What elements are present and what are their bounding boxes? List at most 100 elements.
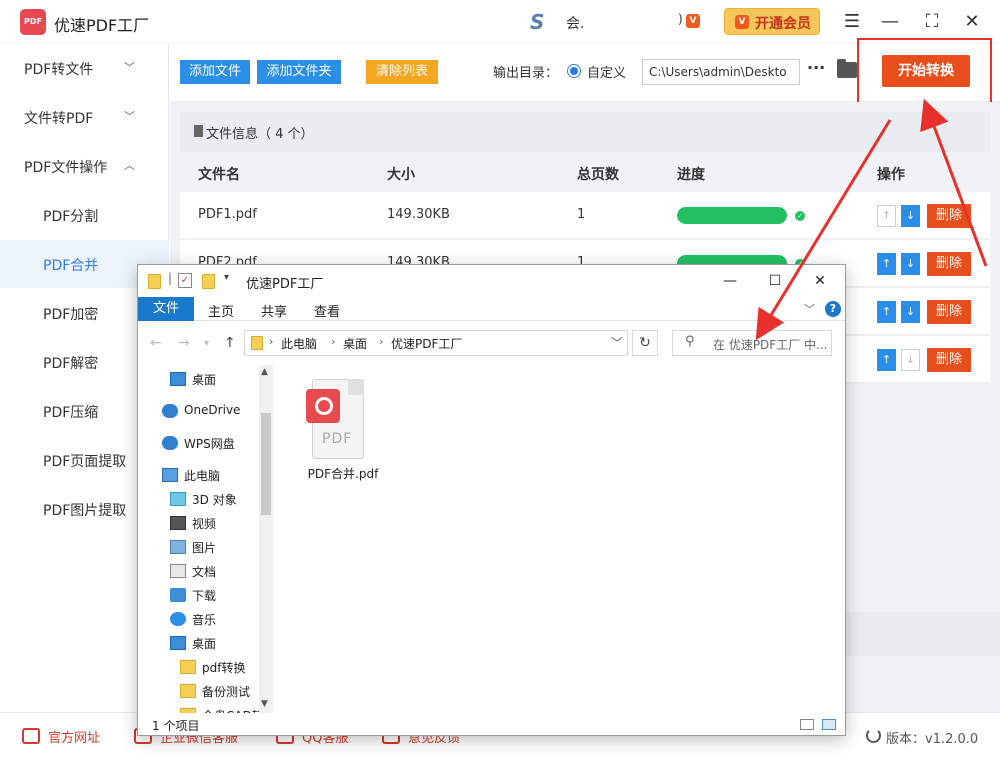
navigation-pane: 桌面 OneDrive WPS网盘 此电脑 3D 对象 视频 图片 文档 下载 音乐 桌面 pdf转换… xyxy=(138,365,274,713)
chevron-up-icon: ︿ xyxy=(124,159,135,172)
move-down-button[interactable]: ↓ xyxy=(901,253,920,275)
breadcrumb-desktop[interactable]: 桌面 xyxy=(343,335,367,352)
move-up-button[interactable]: ↑ xyxy=(877,301,896,323)
tab-file[interactable]: 文件 xyxy=(138,297,194,321)
video-icon xyxy=(170,516,186,530)
music-icon xyxy=(170,612,186,626)
chevron-down-icon: ﹀ xyxy=(611,336,624,350)
new-folder-icon[interactable] xyxy=(202,274,215,289)
large-icons-view-icon[interactable] xyxy=(822,719,836,730)
minimize-icon[interactable]: — xyxy=(720,271,740,291)
maximize-icon[interactable]: ⛶ xyxy=(920,10,944,34)
app-title: 优速PDF工厂 xyxy=(54,16,150,35)
scrollbar[interactable]: ▲ ▼ xyxy=(259,365,273,713)
page-count-cell: 1 xyxy=(577,207,586,222)
complete-check-icon: ✓ xyxy=(795,211,805,221)
breadcrumb-this-pc[interactable]: 此电脑 xyxy=(281,335,317,352)
document-icon xyxy=(170,564,186,578)
delete-button[interactable]: 删除 xyxy=(927,204,971,228)
user-avatar-icon[interactable]: S xyxy=(530,10,544,34)
properties-icon[interactable]: ✓ xyxy=(178,273,192,288)
forward-arrow-icon[interactable]: → xyxy=(178,335,190,351)
explorer-title: 优速PDF工厂 xyxy=(246,277,324,292)
refresh-button[interactable]: ↻ xyxy=(632,330,658,356)
open-folder-icon[interactable] xyxy=(837,59,857,78)
file-info-header: 文件信息（ 4 个） xyxy=(180,112,990,152)
app-logo-icon: PDF xyxy=(20,9,46,35)
address-bar[interactable]: › 此电脑 › 桌面 › 优速PDF工厂 ﹀ xyxy=(244,330,628,356)
user-name[interactable]: 会. xyxy=(566,13,584,33)
vip-upgrade-button[interactable]: V 开通会员 xyxy=(724,8,820,35)
version-label: 版本：v1.2.0.0 xyxy=(886,732,979,747)
chevron-down-icon[interactable]: ﹀ xyxy=(804,301,815,317)
details-view-icon[interactable] xyxy=(800,719,814,730)
sidebar-item-file-to-pdf[interactable]: 文件转PDF ﹀ xyxy=(0,93,169,141)
move-down-button[interactable]: ↓ xyxy=(901,205,920,227)
tab-home[interactable]: 主页 xyxy=(208,301,234,320)
computer-icon xyxy=(162,468,178,482)
scroll-thumb[interactable] xyxy=(261,413,271,515)
delete-button[interactable]: 删除 xyxy=(927,348,971,372)
list-footer-strip xyxy=(845,612,1000,656)
custom-dir-label[interactable]: 自定义 xyxy=(587,62,626,81)
tab-view[interactable]: 查看 xyxy=(314,301,340,320)
website-icon xyxy=(22,728,40,744)
quick-access-dropdown-icon[interactable]: ▾ xyxy=(224,272,229,283)
menu-icon[interactable]: ☰ xyxy=(840,10,864,34)
output-path-input[interactable]: C:\Users\admin\Deskto xyxy=(642,59,800,85)
file-size-cell: 149.30KB xyxy=(387,207,450,222)
move-up-button[interactable]: ↑ xyxy=(877,349,896,371)
close-icon[interactable]: ✕ xyxy=(810,271,830,291)
search-input[interactable]: ⚲ 在 优速PDF工厂 中... xyxy=(672,330,832,356)
up-arrow-icon[interactable]: ↑ xyxy=(224,335,236,351)
ribbon: 文件 主页 共享 查看 ﹀ ? xyxy=(138,297,845,321)
recent-dropdown-icon[interactable]: ▾ xyxy=(204,338,209,349)
close-icon[interactable]: ✕ xyxy=(960,10,984,34)
cloud-icon xyxy=(162,404,178,418)
chevron-down-icon: ﹀ xyxy=(124,61,135,74)
file-content-area: PDF PDF合并.pdf xyxy=(274,365,845,713)
delete-button[interactable]: 删除 xyxy=(927,300,971,324)
folder-icon xyxy=(180,684,196,698)
delete-button[interactable]: 删除 xyxy=(927,252,971,276)
start-convert-button[interactable]: 开始转换 xyxy=(882,55,970,87)
breadcrumb-folder[interactable]: 优速PDF工厂 xyxy=(391,335,462,352)
scroll-down-icon: ▼ xyxy=(261,699,268,709)
vip-status-icon: ) V xyxy=(678,12,702,32)
document-icon xyxy=(194,125,203,137)
update-icon[interactable] xyxy=(866,728,881,743)
search-icon: ⚲ xyxy=(685,334,695,349)
move-up-button[interactable]: ↑ xyxy=(877,205,896,227)
tab-share[interactable]: 共享 xyxy=(261,301,287,320)
file-name-label[interactable]: PDF合并.pdf xyxy=(306,465,380,482)
folder-icon xyxy=(180,660,196,674)
clear-list-button[interactable]: 清除列表 xyxy=(366,60,438,84)
sidebar-item-pdf-operations[interactable]: PDF文件操作 ︿ xyxy=(0,142,169,190)
help-icon[interactable]: ? xyxy=(825,301,841,317)
custom-dir-radio[interactable] xyxy=(567,64,581,78)
move-down-button[interactable]: ↓ xyxy=(901,349,920,371)
title-bar: PDF 优速PDF工厂 S 会. ) V V 开通会员 ☰ — ⛶ ✕ xyxy=(0,0,1000,44)
cloud-icon xyxy=(162,436,178,450)
sidebar-item-pdf-split[interactable]: PDF分割 xyxy=(0,191,169,239)
picture-icon xyxy=(170,540,186,554)
folder-icon xyxy=(251,336,263,350)
more-options-button[interactable]: ··· xyxy=(807,58,825,77)
move-down-button[interactable]: ↓ xyxy=(901,301,920,323)
pdf-file-icon[interactable]: PDF xyxy=(306,379,370,459)
sidebar-item-pdf-to-file[interactable]: PDF转文件 ﹀ xyxy=(0,44,169,92)
progress-bar xyxy=(677,207,787,224)
toolbar: 添加文件 添加文件夹 清除列表 输出目录： 自定义 C:\Users\admin… xyxy=(170,38,1000,104)
explorer-title-bar: | ✓ ▾ 优速PDF工厂 — ☐ ✕ xyxy=(138,265,845,297)
minimize-icon[interactable]: — xyxy=(878,10,902,34)
folder-icon xyxy=(148,274,161,289)
desktop-icon xyxy=(170,372,186,386)
file-name-cell: PDF1.pdf xyxy=(198,207,257,222)
website-link[interactable]: 官方网址 xyxy=(48,727,100,746)
add-folder-button[interactable]: 添加文件夹 xyxy=(257,60,341,84)
back-arrow-icon[interactable]: ← xyxy=(150,335,162,351)
add-file-button[interactable]: 添加文件 xyxy=(180,60,250,84)
desktop-icon xyxy=(170,636,186,650)
move-up-button[interactable]: ↑ xyxy=(877,253,896,275)
maximize-icon[interactable]: ☐ xyxy=(765,271,785,291)
